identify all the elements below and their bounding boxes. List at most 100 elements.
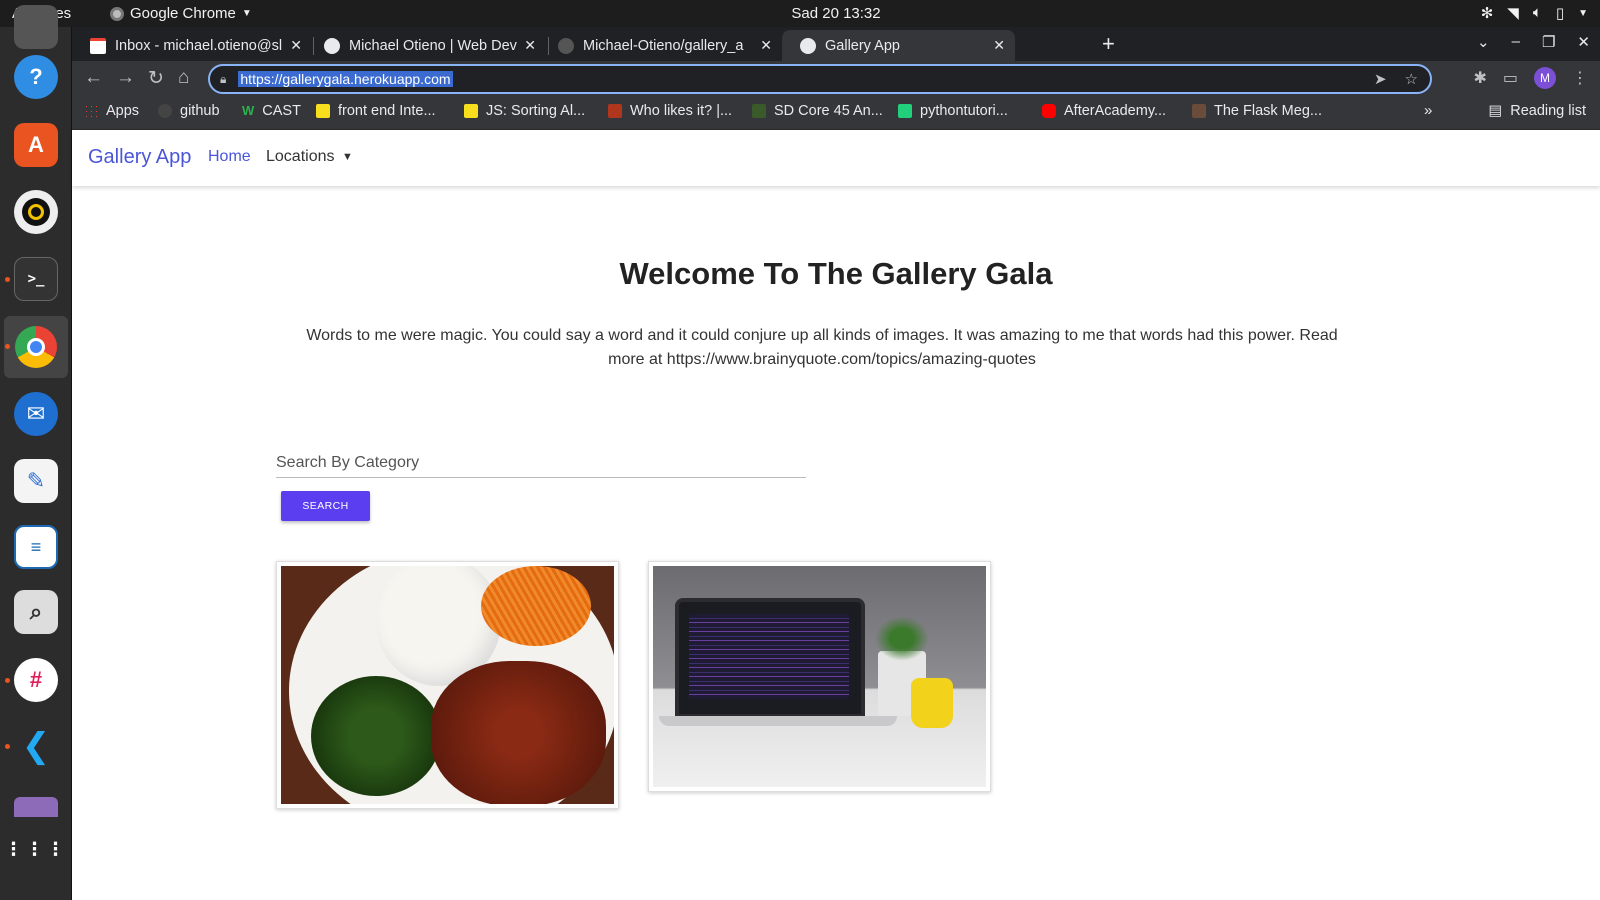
vscode-icon[interactable]: ❮ xyxy=(14,724,58,768)
tab-gallery-app[interactable]: Gallery App ✕ xyxy=(782,30,1015,61)
running-indicator xyxy=(5,678,10,683)
codewars-icon xyxy=(608,104,622,118)
profile-avatar[interactable]: M xyxy=(1534,67,1556,89)
js-icon xyxy=(464,104,478,118)
bookmark-apps[interactable]: Apps xyxy=(84,103,139,119)
bookmark-label: front end Inte... xyxy=(338,103,436,119)
tab-title: Inbox - michael.otieno@sl xyxy=(115,37,283,54)
chrome-toolbar: ← → ↻ ⌂ 🔒︎ https://gallerygala.herokuapp… xyxy=(72,61,1600,97)
reading-list-button[interactable]: ▤ Reading list xyxy=(1489,103,1586,119)
system-tray[interactable]: ✻ ◥ 🔈︎ ▯ ▼ xyxy=(1481,4,1588,23)
help-icon[interactable]: ? xyxy=(14,55,58,99)
home-icon[interactable]: ⌂ xyxy=(178,67,189,89)
close-window-icon[interactable]: ✕ xyxy=(1577,33,1590,51)
bookmark-js-sorting[interactable]: JS: Sorting Al... xyxy=(464,103,585,119)
navbar-brand[interactable]: Gallery App xyxy=(88,146,191,169)
gmail-icon xyxy=(90,37,106,54)
reading-list-icon: ▤ xyxy=(1488,103,1503,119)
thunderbird-icon[interactable]: ✉ xyxy=(14,392,58,436)
bookmark-star-icon[interactable]: ☆ xyxy=(1405,70,1418,88)
maximize-icon[interactable]: ❐ xyxy=(1542,33,1555,51)
avatar-icon xyxy=(1192,104,1206,118)
terminal-icon[interactable]: >_ xyxy=(14,257,58,301)
bookmark-afteracademy[interactable]: AfterAcademy... xyxy=(1042,103,1166,119)
nav-dropdown-locations[interactable]: Locations xyxy=(266,148,335,166)
close-icon[interactable]: ✕ xyxy=(290,37,302,54)
slack-icon[interactable]: # xyxy=(14,658,58,702)
bookmark-codewars[interactable]: Who likes it? |... xyxy=(608,103,732,119)
bookmark-pythontutor[interactable]: pythontutori... xyxy=(898,103,1008,119)
partial-app-icon[interactable] xyxy=(14,5,58,49)
wifi-icon[interactable]: ◥ xyxy=(1507,4,1519,23)
bookmark-github[interactable]: github xyxy=(158,103,220,119)
running-indicator xyxy=(5,744,10,749)
url-text[interactable]: https://gallerygala.herokuapp.com xyxy=(238,71,453,87)
ubuntu-dock: ? A >_ ✉ ✎ ≡ ⌕ # ❮ ⋮⋮⋮ xyxy=(0,5,72,900)
tab-portfolio[interactable]: Michael Otieno | Web Dev ✕ xyxy=(306,30,546,61)
app-grid-icon[interactable]: ⋮⋮⋮ xyxy=(5,827,65,871)
tab-github[interactable]: Michael-Otieno/gallery_a ✕ xyxy=(540,30,782,61)
volume-icon[interactable]: 🔈︎ xyxy=(1533,4,1542,23)
bookmark-sd-core[interactable]: SD Core 45 An... xyxy=(752,103,883,119)
gallery-card[interactable] xyxy=(276,561,619,809)
software-center-icon[interactable]: A xyxy=(14,123,58,167)
close-icon[interactable]: ✕ xyxy=(993,37,1005,54)
minimize-icon[interactable]: – xyxy=(1512,33,1520,51)
cast-icon[interactable]: ▭ xyxy=(1503,68,1518,88)
bookmarks-bar: Apps github W CAST front end Inte... JS:… xyxy=(72,97,1600,130)
js-icon xyxy=(316,104,330,118)
bookmark-label: SD Core 45 An... xyxy=(774,103,883,119)
github-icon xyxy=(158,104,172,118)
new-tab-button[interactable]: + xyxy=(1102,31,1115,57)
gallery-card[interactable] xyxy=(648,561,991,792)
site-navbar: Gallery App Home Locations ▼ xyxy=(72,130,1600,186)
close-icon[interactable]: ✕ xyxy=(760,37,772,54)
globe-icon xyxy=(800,37,816,54)
tab-search-icon[interactable]: ⌄ xyxy=(1477,33,1490,51)
power-menu-caret-icon[interactable]: ▼ xyxy=(1578,4,1588,23)
image-viewer-icon[interactable]: ⌕ xyxy=(14,590,58,634)
globe-icon xyxy=(324,37,340,54)
window-controls: ⌄ – ❐ ✕ xyxy=(1477,33,1590,51)
tab-title: Gallery App xyxy=(825,37,900,54)
reload-icon[interactable]: ↻ xyxy=(148,67,164,90)
apps-grid-icon xyxy=(84,104,98,118)
extensions-icon[interactable]: ✱ xyxy=(1473,68,1486,88)
youtube-icon xyxy=(1042,104,1056,118)
gallery-image-food[interactable] xyxy=(281,566,614,804)
bookmark-label: github xyxy=(180,103,220,119)
battery-icon[interactable]: ▯ xyxy=(1556,4,1564,23)
gallery-image-laptop[interactable] xyxy=(653,566,986,787)
intro-text: Words to me were magic. You could say a … xyxy=(306,327,1338,368)
chrome-icon[interactable] xyxy=(14,325,58,369)
pythontutor-icon xyxy=(898,104,912,118)
search-button[interactable]: SEARCH xyxy=(281,491,370,521)
close-icon[interactable]: ✕ xyxy=(524,37,536,54)
network-settings-icon[interactable]: ✻ xyxy=(1481,4,1494,23)
send-to-device-icon[interactable]: ➤ xyxy=(1374,70,1387,88)
tab-gmail[interactable]: Inbox - michael.otieno@sl ✕ xyxy=(72,30,312,61)
bookmark-cast[interactable]: W CAST xyxy=(242,103,301,119)
partial-app-icon[interactable] xyxy=(14,797,58,817)
bookmark-front-end[interactable]: front end Inte... xyxy=(316,103,436,119)
forward-icon[interactable]: → xyxy=(116,67,135,89)
nav-link-home[interactable]: Home xyxy=(208,148,251,166)
libreoffice-writer-icon[interactable]: ≡ xyxy=(14,525,58,569)
clock[interactable]: Sad 20 13:32 xyxy=(0,5,1600,22)
running-indicator xyxy=(5,344,10,349)
tab-title: Michael Otieno | Web Dev xyxy=(349,37,517,54)
bookmark-label: AfterAcademy... xyxy=(1064,103,1167,119)
rhythmbox-icon[interactable] xyxy=(14,190,58,234)
reading-list-label: Reading list xyxy=(1510,103,1586,119)
bookmark-label: pythontutori... xyxy=(920,103,1008,119)
bookmarks-overflow-icon[interactable]: » xyxy=(1424,102,1432,119)
lock-icon[interactable]: 🔒︎ xyxy=(220,72,226,87)
bookmark-flask-mega[interactable]: The Flask Meg... xyxy=(1192,103,1322,119)
address-bar[interactable]: 🔒︎ https://gallerygala.herokuapp.com ➤ ☆ xyxy=(208,64,1432,94)
search-category-input[interactable] xyxy=(276,448,806,478)
chrome-menu-icon[interactable]: ⋮ xyxy=(1572,68,1588,88)
caret-down-icon[interactable]: ▼ xyxy=(342,151,353,163)
back-icon[interactable]: ← xyxy=(84,67,103,89)
text-editor-icon[interactable]: ✎ xyxy=(14,459,58,503)
leaf-icon xyxy=(752,104,766,118)
